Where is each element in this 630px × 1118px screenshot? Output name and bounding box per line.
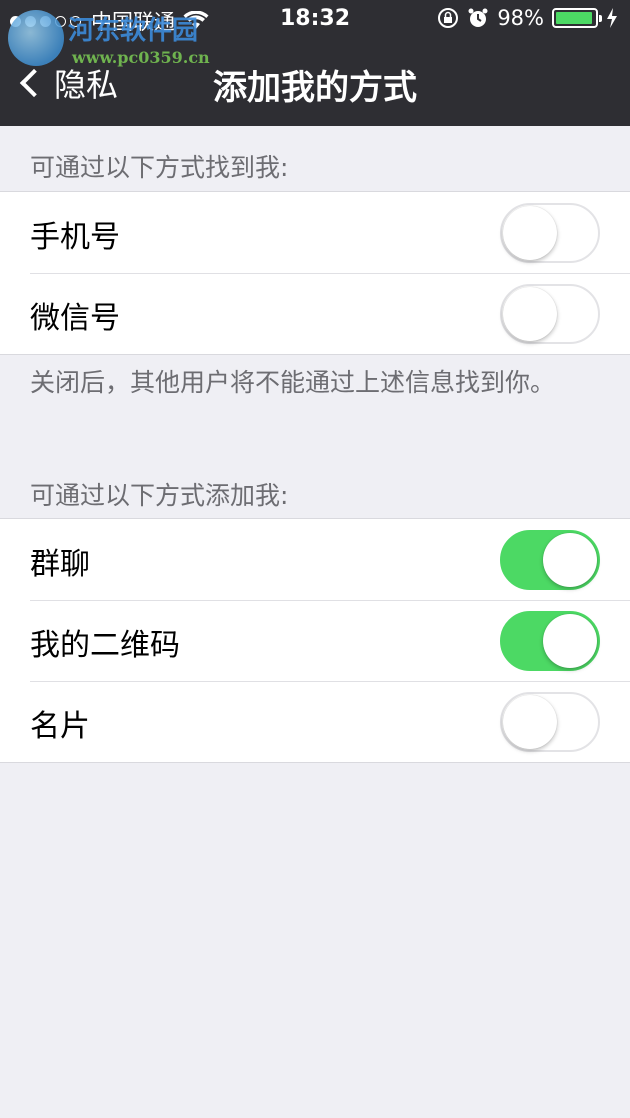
wechat-id-toggle[interactable] [500, 284, 600, 344]
list-item: 名片 [0, 681, 630, 762]
group-chat-toggle[interactable] [500, 530, 600, 590]
list-item: 群聊 [0, 519, 630, 600]
list-item: 我的二维码 [0, 600, 630, 681]
phone-number-toggle[interactable] [500, 203, 600, 263]
row-label: 手机号 [30, 220, 120, 255]
alarm-icon [468, 8, 488, 27]
battery-icon [552, 8, 602, 28]
battery-percent: 98% [497, 6, 544, 30]
watermark-logo [8, 10, 64, 66]
section-header-add-me: 可通过以下方式添加我: [30, 481, 289, 510]
row-label: 微信号 [30, 301, 120, 336]
watermark: 河东软件园 www.pc0359.cn [4, 8, 224, 68]
row-label: 名片 [30, 709, 90, 744]
watermark-title: 河东软件园 [68, 16, 199, 46]
row-label: 群聊 [30, 547, 90, 582]
list-item: 手机号 [0, 192, 630, 273]
business-card-toggle[interactable] [500, 692, 600, 752]
add-me-group: 群聊 我的二维码 名片 [0, 518, 630, 763]
page-title: 添加我的方式 [213, 68, 417, 108]
rotation-lock-icon [438, 8, 459, 28]
navigation-bar: 中国联通 18:32 98% 河东软件园 www.pc0359.cn 隐私 添加… [0, 0, 630, 126]
section-header-find-me: 可通过以下方式找到我: [30, 153, 289, 182]
qr-code-toggle[interactable] [500, 611, 600, 671]
section-footer-note: 关闭后，其他用户将不能通过上述信息找到你。 [30, 368, 556, 397]
list-item: 微信号 [0, 273, 630, 354]
charging-bolt-icon [607, 8, 617, 28]
find-me-group: 手机号 微信号 [0, 191, 630, 355]
row-label: 我的二维码 [30, 628, 180, 663]
